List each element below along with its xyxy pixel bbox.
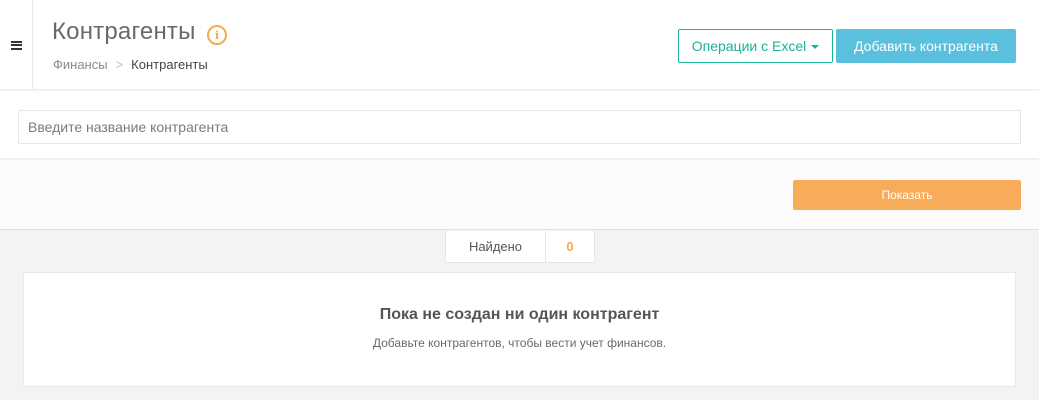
found-counter: Найдено 0 (445, 231, 595, 263)
show-button[interactable]: Показать (793, 180, 1021, 210)
excel-operations-label: Операции с Excel (691, 38, 807, 54)
breadcrumb-item-current: Контрагенты (131, 57, 208, 72)
breadcrumb-item-finance[interactable]: Финансы (53, 57, 108, 72)
found-label: Найдено (446, 231, 546, 262)
menu-toggle-button[interactable] (0, 0, 33, 90)
counterparty-search-input[interactable] (18, 110, 1021, 144)
caret-down-icon (811, 45, 820, 49)
breadcrumb-separator: > (115, 57, 124, 72)
page-header: Контрагенты i Финансы > Контрагенты Опер… (0, 0, 1039, 90)
hamburger-icon (10, 40, 22, 50)
page-title: Контрагенты (52, 18, 196, 45)
breadcrumb: Финансы > Контрагенты (53, 57, 208, 72)
empty-state-title: Пока не создан ни один контрагент (379, 306, 660, 323)
filter-panel: Показать (0, 160, 1039, 230)
empty-state-card: Пока не создан ни один контрагент Добавь… (23, 272, 1016, 387)
found-count: 0 (566, 239, 574, 254)
add-counterparty-button[interactable]: Добавить контрагента (836, 29, 1016, 63)
excel-operations-button[interactable]: Операции с Excel (678, 29, 833, 63)
info-icon[interactable]: i (207, 25, 227, 45)
empty-state-subtitle: Добавьте контрагентов, чтобы вести учет … (372, 336, 667, 350)
search-panel (0, 91, 1039, 159)
